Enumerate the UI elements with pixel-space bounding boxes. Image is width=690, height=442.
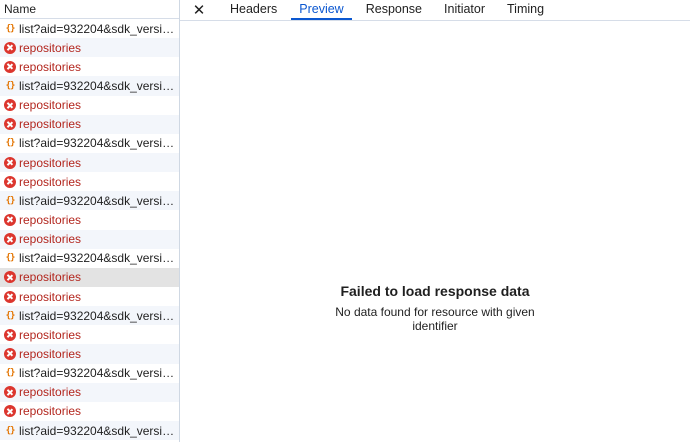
request-row[interactable]: repositories [0,96,179,115]
request-name: list?aid=932204&sdk_version=... [19,193,177,208]
json-icon: {} [5,368,16,379]
request-name: repositories [19,346,82,361]
request-name: list?aid=932204&sdk_version=... [19,308,177,323]
json-icon: {} [5,425,16,436]
request-row[interactable]: repositories [0,152,179,173]
request-name: repositories [19,174,82,189]
error-icon [4,271,16,284]
tab-timing[interactable]: Timing [499,0,552,20]
request-name: repositories [19,117,82,132]
request-name: repositories [19,40,82,55]
error-icon [4,99,16,112]
error-icon [4,233,16,246]
request-row[interactable]: repositories [0,38,179,58]
request-name: repositories [19,289,82,304]
request-row[interactable]: repositories [0,287,179,306]
request-row[interactable]: repositories [0,267,179,287]
request-name: repositories [19,59,82,74]
preview-error-title: Failed to load response data [340,283,530,299]
json-icon: {} [5,80,16,91]
json-icon: {} [5,310,16,321]
preview-message: Failed to load response data No data fou… [180,283,690,333]
request-name: repositories [19,232,82,247]
error-icon [4,386,16,399]
name-column-header[interactable]: Name [0,0,179,19]
request-row[interactable]: repositories [0,382,179,402]
json-icon: {} [5,253,16,264]
request-row[interactable]: repositories [0,57,179,76]
error-icon [4,347,16,360]
error-icon [4,175,16,188]
request-name: list?aid=932204&sdk_version=... [19,21,177,36]
tab-headers[interactable]: Headers [222,0,285,20]
request-row[interactable]: {} list?aid=932204&sdk_version=... [0,191,179,211]
error-icon [4,156,16,169]
error-icon [4,290,16,303]
request-name: repositories [19,404,82,419]
request-name: list?aid=932204&sdk_version=... [19,423,177,438]
request-row[interactable]: {} list?aid=932204&sdk_version=... [0,420,179,441]
request-row[interactable]: repositories [0,402,179,421]
request-row[interactable]: repositories [0,210,179,229]
tab-initiator[interactable]: Initiator [436,0,493,20]
error-icon [4,328,16,341]
error-icon [4,213,16,226]
error-icon [4,60,16,73]
request-name: list?aid=932204&sdk_version=... [19,366,177,381]
error-icon [4,118,16,131]
request-name: repositories [19,98,82,113]
request-name: list?aid=932204&sdk_version=... [19,136,177,151]
request-name: list?aid=932204&sdk_version=... [19,251,177,266]
request-row[interactable]: {} list?aid=932204&sdk_version=... [0,19,179,38]
json-icon: {} [5,138,16,149]
request-row[interactable]: {} list?aid=932204&sdk_version=... [0,364,179,383]
request-row[interactable]: {} list?aid=932204&sdk_version=... [0,249,179,268]
request-name: repositories [19,270,82,285]
request-rows: {} list?aid=932204&sdk_version=... reposit… [0,19,179,441]
preview-error-description: No data found for resource with given id… [335,305,535,333]
request-row[interactable]: repositories [0,344,179,364]
request-list: Name {} list?aid=932204&sdk_version=... re… [0,0,180,442]
request-name: repositories [19,212,82,227]
request-name: list?aid=932204&sdk_version=... [19,78,177,93]
json-icon: {} [5,195,16,206]
json-icon: {} [5,23,16,34]
request-row[interactable]: repositories [0,114,179,134]
details-panel: ✕ Headers Preview Response Initiator Tim… [180,0,690,442]
request-row[interactable]: {} list?aid=932204&sdk_version=... [0,134,179,153]
request-row[interactable]: {} list?aid=932204&sdk_version=... [0,306,179,326]
request-name: repositories [19,385,82,400]
error-icon [4,41,16,54]
details-tabs: ✕ Headers Preview Response Initiator Tim… [180,0,690,21]
request-row[interactable]: {} list?aid=932204&sdk_version=... [0,76,179,96]
close-icon[interactable]: ✕ [192,0,206,20]
request-name: repositories [19,155,82,170]
tab-preview[interactable]: Preview [291,0,352,20]
request-row[interactable]: repositories [0,325,179,344]
tab-response[interactable]: Response [358,0,430,20]
devtools-network: Name {} list?aid=932204&sdk_version=... re… [0,0,690,442]
request-name: repositories [19,327,82,342]
request-row[interactable]: repositories [0,229,179,249]
error-icon [4,405,16,418]
request-row[interactable]: repositories [0,172,179,191]
